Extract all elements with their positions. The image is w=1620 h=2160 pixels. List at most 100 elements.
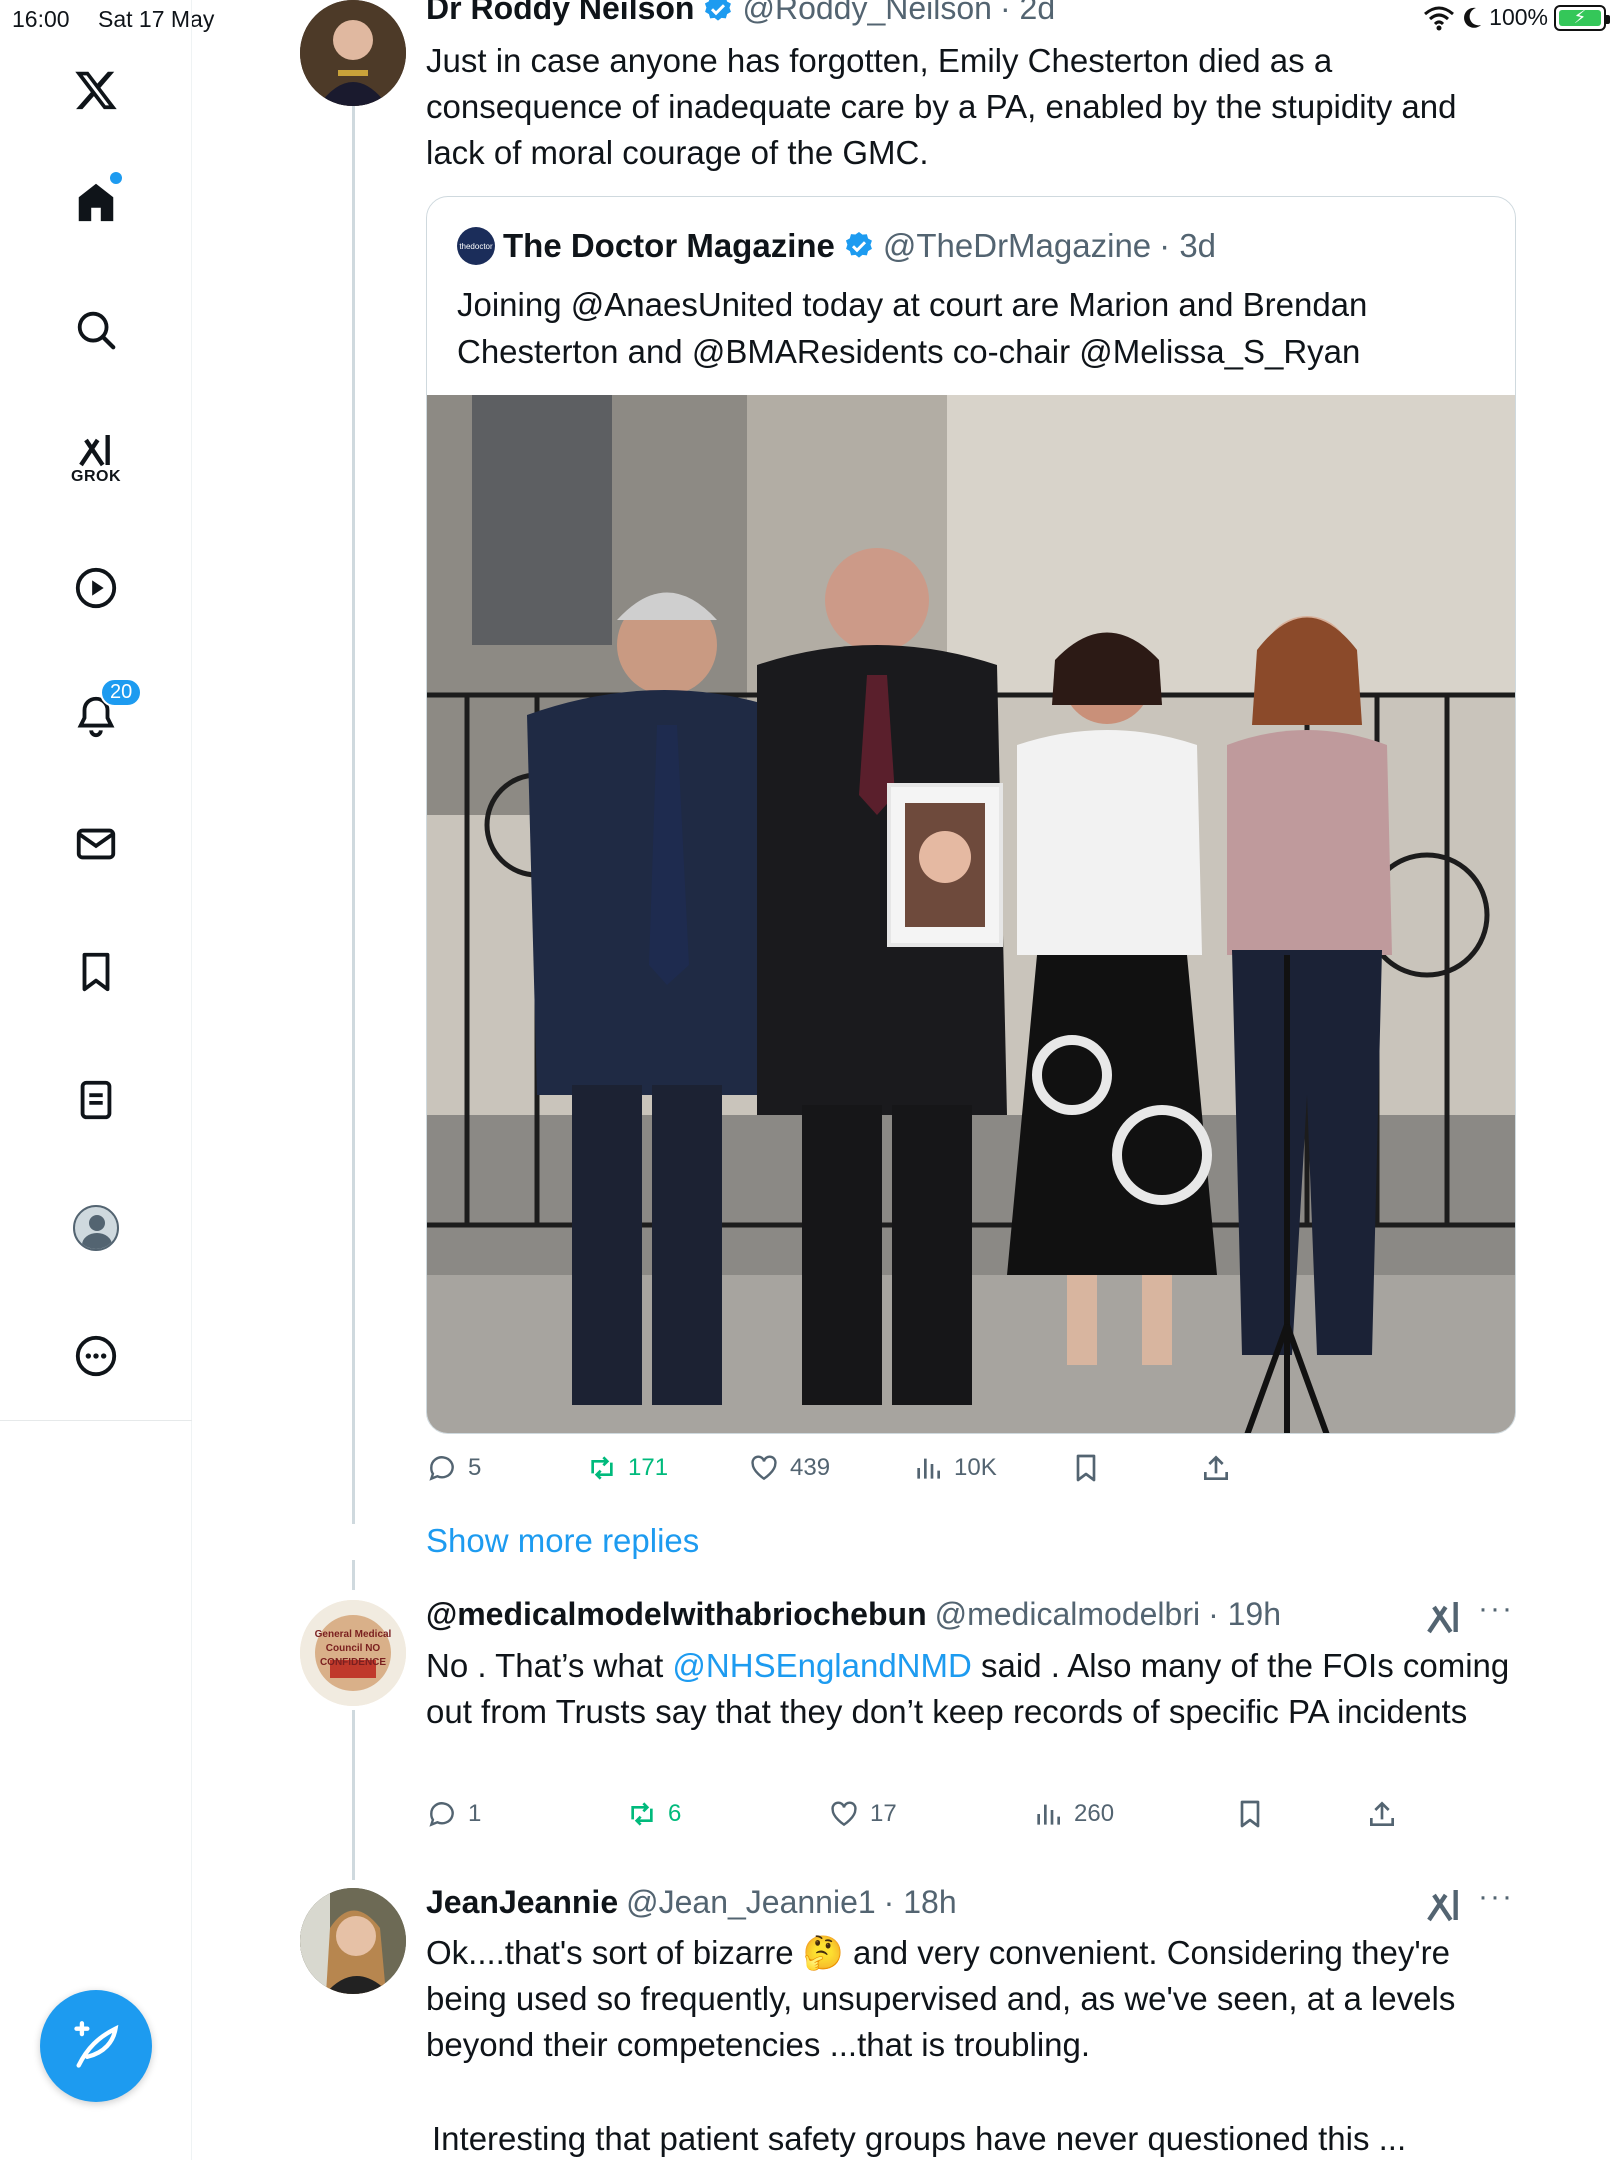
status-right: 100% ⚡ bbox=[1423, 4, 1610, 31]
nav-grok[interactable]: GROK bbox=[56, 418, 136, 498]
quote-author-handle: @TheDrMagazine bbox=[882, 227, 1152, 264]
verified-badge-icon bbox=[845, 232, 872, 258]
author-handle[interactable]: @Jean_Jeannie1 bbox=[626, 1884, 876, 1921]
reply-button[interactable]: 5 bbox=[426, 1452, 481, 1484]
reply-count: 5 bbox=[468, 1454, 482, 1481]
repost-count: 171 bbox=[628, 1454, 669, 1481]
compose-feather-icon bbox=[74, 2021, 119, 2068]
search-icon bbox=[77, 311, 116, 350]
show-more-replies-link[interactable]: Show more replies bbox=[426, 1522, 699, 1560]
post-text: Ok....that's sort of bizarre 🤔 and very … bbox=[426, 1930, 1516, 2068]
thinking-face-emoji: 🤔 bbox=[802, 1934, 844, 1971]
avatar-image bbox=[300, 0, 406, 106]
repost-button[interactable]: 171 bbox=[586, 1452, 668, 1484]
avatar[interactable] bbox=[300, 1888, 406, 1994]
like-button[interactable]: 17 bbox=[828, 1798, 897, 1830]
nav-messages[interactable] bbox=[56, 804, 136, 884]
share-icon bbox=[1204, 1455, 1228, 1480]
share-button[interactable] bbox=[1366, 1798, 1398, 1830]
post-text-part: Ok....that's sort of bizarre bbox=[426, 1934, 803, 1971]
grok-icon[interactable] bbox=[1424, 1597, 1464, 1637]
like-button[interactable]: 439 bbox=[748, 1452, 830, 1484]
nav-lists[interactable] bbox=[56, 1060, 136, 1140]
like-count: 439 bbox=[790, 1454, 831, 1481]
compose-button[interactable] bbox=[40, 1990, 152, 2102]
repost-icon bbox=[631, 1802, 653, 1826]
post-header: JeanJeannie @Jean_Jeannie1 · 18h bbox=[426, 1884, 957, 1921]
post-time: · 2d bbox=[999, 0, 1056, 26]
post-time: · 19h bbox=[1208, 1596, 1282, 1632]
views-icon bbox=[917, 1458, 940, 1479]
thread-line bbox=[352, 104, 355, 1524]
nav-home[interactable] bbox=[56, 162, 136, 242]
share-icon bbox=[1370, 1801, 1394, 1826]
author-handle[interactable]: @Roddy_Neilson bbox=[742, 0, 992, 27]
post-text: No . That’s what @NHSEnglandNMD said . A… bbox=[426, 1643, 1516, 1735]
more-options-icon[interactable]: ··· bbox=[1478, 1592, 1514, 1626]
post-text: Just in case anyone has forgotten, Emily… bbox=[426, 42, 1457, 171]
moon-icon bbox=[1464, 7, 1482, 28]
bookmark-button[interactable] bbox=[1070, 1452, 1102, 1484]
battery-icon: ⚡ bbox=[1554, 4, 1610, 31]
nav-profile[interactable] bbox=[56, 1188, 136, 1268]
reply-count: 1 bbox=[468, 1800, 482, 1827]
nav-search[interactable] bbox=[56, 290, 136, 370]
quote-photo[interactable] bbox=[427, 395, 1515, 1433]
avatar[interactable]: General Medical Council NO CONFIDENCE bbox=[300, 1600, 406, 1706]
author-name[interactable]: @medicalmodelwithabriochebun bbox=[426, 1596, 927, 1633]
nav-more[interactable] bbox=[56, 1316, 136, 1396]
repost-count: 6 bbox=[668, 1800, 682, 1827]
avatar[interactable] bbox=[300, 0, 406, 106]
thread-line bbox=[352, 1710, 355, 1880]
nav-notifications[interactable]: 20 bbox=[56, 676, 143, 756]
views-button[interactable]: 260 bbox=[1032, 1798, 1114, 1830]
author-name[interactable]: JeanJeannie bbox=[426, 1884, 618, 1921]
more-circle-icon bbox=[75, 1335, 117, 1377]
repost-icon bbox=[591, 1456, 613, 1480]
more-options-icon[interactable]: ··· bbox=[1478, 1880, 1514, 1914]
avatar-image bbox=[300, 1888, 406, 1994]
grok-icon[interactable] bbox=[1424, 1885, 1464, 1925]
quote-text: Joining @AnaesUnited today at court are … bbox=[457, 286, 1368, 370]
list-icon bbox=[80, 1080, 112, 1120]
post-text-part: No . That’s what bbox=[426, 1647, 673, 1684]
nav-video[interactable] bbox=[56, 548, 136, 628]
reply-button[interactable]: 1 bbox=[426, 1798, 481, 1830]
wifi-icon bbox=[1424, 6, 1455, 30]
views-icon bbox=[1037, 1804, 1060, 1825]
grok-label: GROK bbox=[71, 468, 121, 485]
heart-icon bbox=[831, 1801, 857, 1827]
share-button[interactable] bbox=[1200, 1452, 1232, 1484]
home-unread-dot bbox=[110, 172, 122, 184]
post-header: @medicalmodelwithabriochebun @medicalmod… bbox=[426, 1596, 1281, 1633]
reply-icon bbox=[429, 1456, 454, 1481]
thread-line bbox=[352, 1560, 355, 1590]
x-logo-button[interactable] bbox=[56, 50, 136, 130]
battery-percent: 100% bbox=[1489, 4, 1548, 30]
views-button[interactable]: 10K bbox=[912, 1452, 997, 1484]
x-logo-icon bbox=[75, 71, 117, 110]
bookmark-button[interactable] bbox=[1234, 1798, 1266, 1830]
avatar-caption: General Medical Council NO CONFIDENCE bbox=[314, 1629, 392, 1668]
play-icon bbox=[75, 567, 117, 609]
views-count: 260 bbox=[1074, 1800, 1115, 1827]
grok-icon bbox=[79, 435, 110, 467]
repost-button[interactable]: 6 bbox=[626, 1798, 681, 1830]
quoted-post[interactable]: thedoctor The Doctor Magazine @TheDrMaga… bbox=[426, 196, 1516, 1434]
home-icon bbox=[78, 183, 114, 222]
author-handle[interactable]: @medicalmodelbri bbox=[935, 1596, 1200, 1633]
post-time: · 18h bbox=[883, 1884, 957, 1920]
mention-link[interactable]: @NHSEnglandNMD bbox=[672, 1647, 971, 1684]
quote-avatar: thedoctor bbox=[457, 227, 495, 265]
quote-time: · 3d bbox=[1159, 227, 1217, 264]
post-text-second-paragraph: Interesting that patient safety groups h… bbox=[432, 2120, 1407, 2157]
reply-icon bbox=[429, 1802, 454, 1827]
sidebar: GROK 20 bbox=[0, 0, 192, 2160]
nav-bookmarks[interactable] bbox=[56, 932, 136, 1012]
profile-avatar-icon bbox=[73, 1205, 119, 1251]
photo-image bbox=[427, 395, 1515, 1433]
author-name[interactable]: Dr Roddy Neilson bbox=[426, 0, 694, 27]
quote-author-name: The Doctor Magazine bbox=[503, 227, 835, 264]
verified-badge-icon bbox=[705, 0, 732, 21]
sidebar-divider bbox=[0, 1420, 192, 1421]
